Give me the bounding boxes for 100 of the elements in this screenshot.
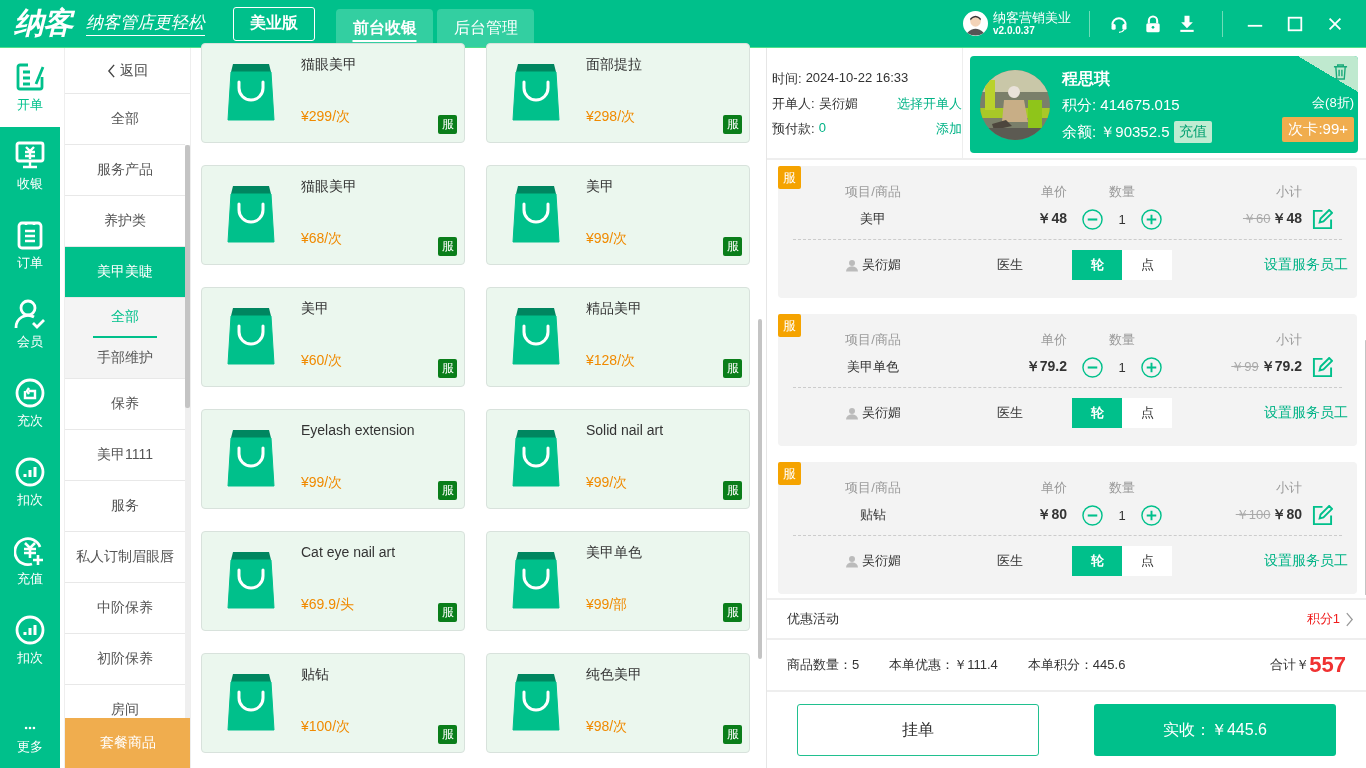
product-card[interactable]: 纯色美甲 ¥98/次 服 <box>486 653 750 753</box>
coin-plus-icon <box>14 535 46 567</box>
item-name: 美甲 <box>860 210 886 228</box>
plus-button[interactable] <box>1141 504 1162 526</box>
product-name: Solid nail art <box>586 422 664 438</box>
member-level: 会(8折) <box>1312 94 1354 112</box>
product-price: ¥299/次 <box>301 108 352 126</box>
points-total: 本单积分：445.6 <box>1027 656 1126 674</box>
prepaid-label: 预付款: <box>772 120 815 137</box>
avatar-icon[interactable] <box>963 11 988 36</box>
product-name: 美甲 <box>586 178 615 196</box>
category-item[interactable]: 全部 <box>65 94 185 145</box>
hold-order-button[interactable]: 挂单 <box>797 704 1039 756</box>
product-card[interactable]: 贴钻 ¥100/次 服 <box>201 653 465 753</box>
product-name: 美甲 <box>301 300 330 318</box>
product-name: 猫眼美甲 <box>301 178 357 196</box>
product-price: ¥99/次 <box>586 474 629 492</box>
minus-button[interactable] <box>1082 504 1103 526</box>
quantity-value: 1 <box>1117 211 1127 227</box>
unit-price: ￥79.2 <box>1025 358 1067 376</box>
column-header: 单价 <box>1041 479 1067 497</box>
staff-name: 吴衍媚 <box>861 256 901 274</box>
product-name: 面部提拉 <box>586 56 642 74</box>
time-value: 2024-10-22 16:33 <box>805 70 909 87</box>
assign-mode-toggle[interactable]: 点 <box>1122 398 1172 428</box>
product-card[interactable]: 面部提拉 ¥298/次 服 <box>486 43 750 143</box>
product-card[interactable]: 猫眼美甲 ¥68/次 服 <box>201 165 465 265</box>
product-card[interactable]: 美甲 ¥99/次 服 <box>486 165 750 265</box>
service-tag: 服 <box>438 237 457 256</box>
staff-role: 医生 <box>997 404 1023 422</box>
promotion-row[interactable]: 优惠活动 积分1 <box>767 600 1366 640</box>
minus-button[interactable] <box>1082 208 1103 230</box>
subtotal-value: ￥79.2 <box>1260 358 1302 376</box>
product-price: ¥99/部 <box>586 596 629 614</box>
service-tag: 服 <box>438 359 457 378</box>
item-name: 贴钻 <box>860 506 886 524</box>
total-label: 合计￥ <box>1270 656 1310 674</box>
product-card[interactable]: 猫眼美甲 ¥299/次 服 <box>201 43 465 143</box>
original-price: ￥100 <box>1235 506 1271 524</box>
member-name: 程思琪 <box>1062 69 1111 89</box>
product-price: ¥128/次 <box>586 352 637 370</box>
product-name: 猫眼美甲 <box>301 56 357 74</box>
product-price: ¥98/次 <box>586 718 629 736</box>
service-tag: 服 <box>723 481 742 500</box>
product-name: 精品美甲 <box>586 300 642 318</box>
column-header: 单价 <box>1041 331 1067 349</box>
subcategory-item[interactable]: 手部维护 <box>93 338 157 378</box>
minus-button[interactable] <box>1082 356 1103 378</box>
chevron-left-icon <box>107 63 116 78</box>
total-amount: 557 <box>1309 652 1346 678</box>
quantity-value: 1 <box>1117 359 1127 375</box>
quantity-value: 1 <box>1117 507 1127 523</box>
column-header: 小计 <box>1276 183 1302 201</box>
column-header: 单价 <box>1041 183 1067 201</box>
staff-name: 吴衍媚 <box>861 552 901 570</box>
operator-label: 开单人: <box>772 95 815 112</box>
product-price: ¥60/次 <box>301 352 343 370</box>
person-icon <box>845 406 858 420</box>
product-card[interactable]: 美甲单色 ¥99/部 服 <box>486 531 750 631</box>
maximize-icon[interactable] <box>1286 14 1304 33</box>
download-icon[interactable] <box>1177 13 1197 34</box>
column-header: 项目/商品 <box>845 331 901 349</box>
edit-icon[interactable] <box>1311 208 1333 230</box>
service-tag: 服 <box>438 481 457 500</box>
assign-mode-toggle[interactable]: 点 <box>1122 546 1172 576</box>
edit-icon[interactable] <box>1311 504 1333 526</box>
product-card[interactable]: 精品美甲 ¥128/次 服 <box>486 287 750 387</box>
original-price: ￥99 <box>1231 358 1259 376</box>
time-label: 时间: <box>772 70 802 87</box>
column-header: 项目/商品 <box>845 183 901 201</box>
column-header: 数量 <box>1109 183 1135 201</box>
chart-circle-icon <box>14 614 46 646</box>
subtotal-value: ￥48 <box>1272 210 1302 228</box>
plus-button[interactable] <box>1141 208 1162 230</box>
column-header: 数量 <box>1109 479 1135 497</box>
person-icon <box>845 554 858 568</box>
product-price: ¥99/次 <box>301 474 344 492</box>
product-card[interactable]: Cat eye nail art ¥69.9/头 服 <box>201 531 465 631</box>
service-tag: 服 <box>778 462 801 485</box>
column-header: 小计 <box>1276 479 1302 497</box>
trash-icon[interactable] <box>1333 63 1348 80</box>
product-card[interactable]: Solid nail art ¥99/次 服 <box>486 409 750 509</box>
product-price: ¥99/次 <box>586 230 628 248</box>
service-tag: 服 <box>438 115 457 134</box>
product-price: ¥298/次 <box>586 108 637 126</box>
edit-icon[interactable] <box>1311 356 1333 378</box>
subtotal-value: ￥80 <box>1272 506 1302 524</box>
slogan: 纳客管店更轻松 <box>86 11 205 36</box>
scrollbar-thumb[interactable] <box>1365 340 1366 595</box>
product-card[interactable]: 美甲 ¥60/次 服 <box>201 287 465 387</box>
scrollbar-thumb[interactable] <box>185 145 190 408</box>
unit-price: ￥48 <box>1037 210 1067 228</box>
member-balance: 余额: ￥90352.5 <box>1062 122 1170 142</box>
chevron-right-icon <box>1345 611 1354 627</box>
assign-mode-toggle[interactable]: 点 <box>1122 250 1172 280</box>
column-header: 项目/商品 <box>845 479 901 497</box>
product-card[interactable]: Eyelash extension ¥99/次 服 <box>201 409 465 509</box>
person-icon <box>845 258 858 272</box>
lock-icon[interactable] <box>1143 13 1163 34</box>
plus-button[interactable] <box>1141 356 1162 378</box>
